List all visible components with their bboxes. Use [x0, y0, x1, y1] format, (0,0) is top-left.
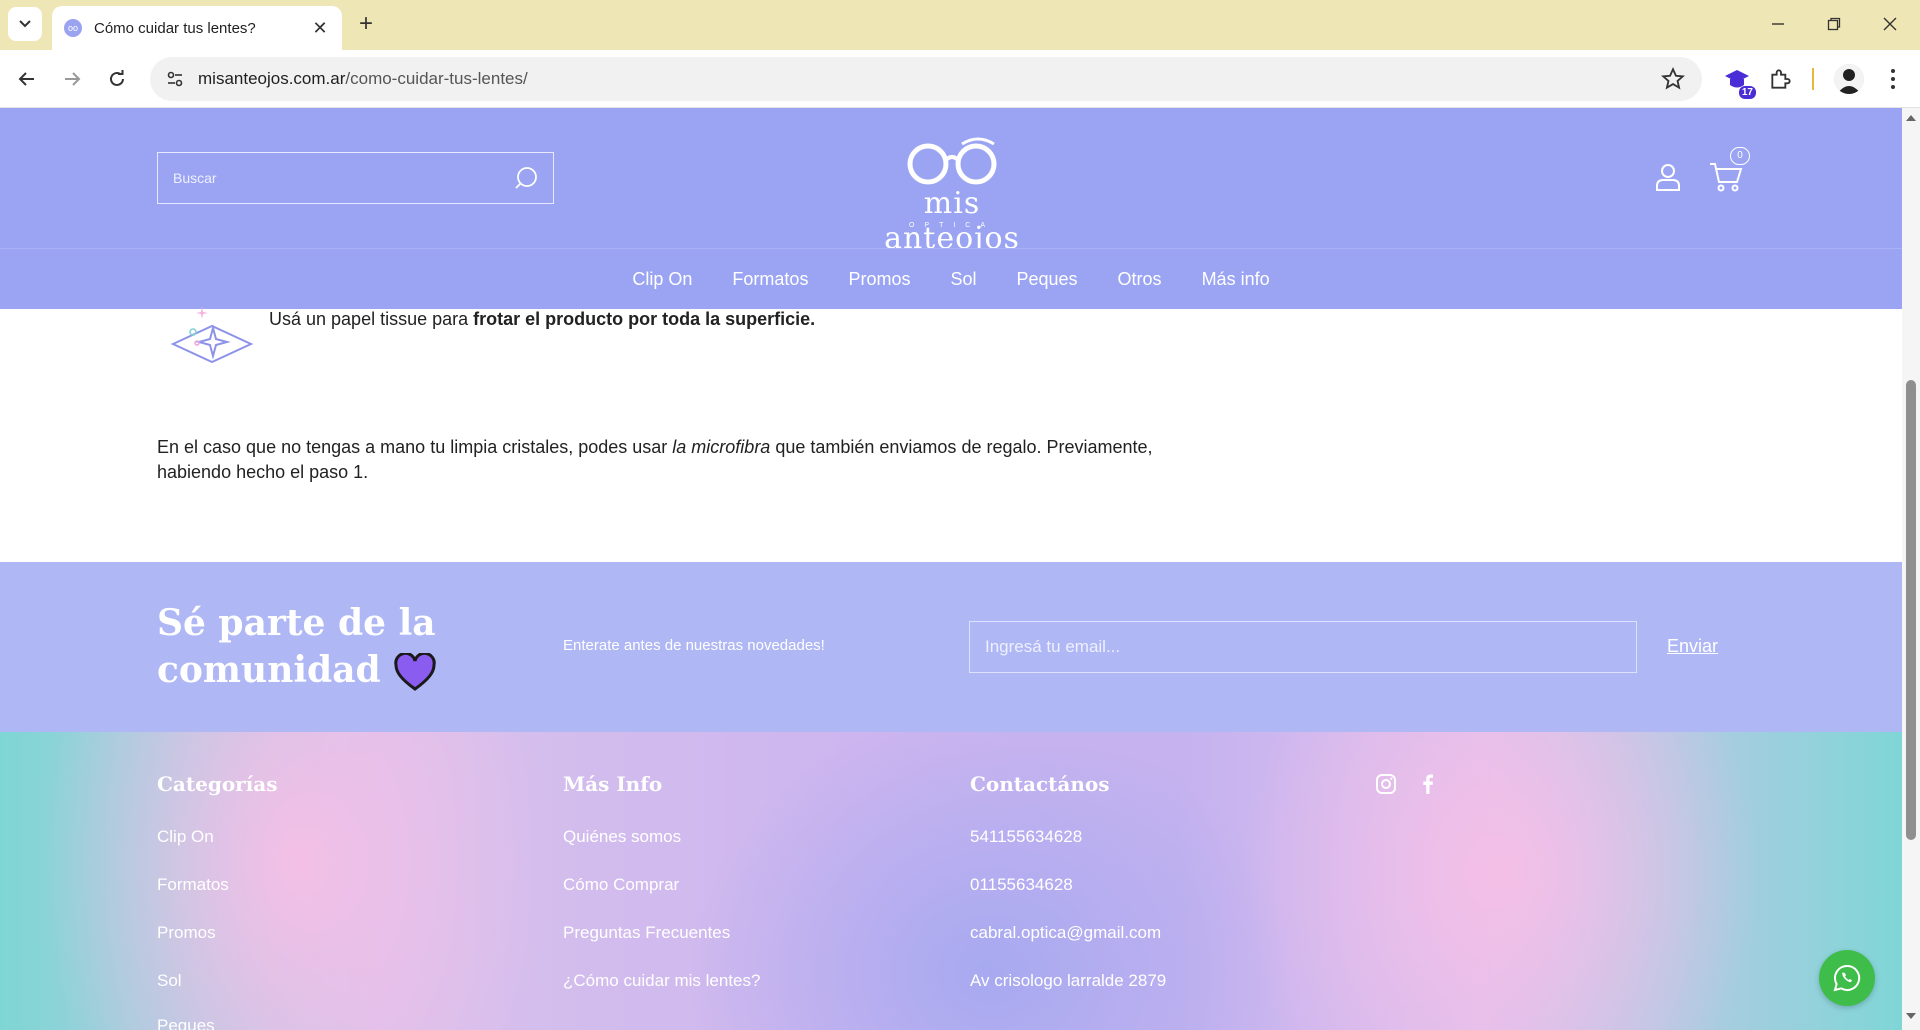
footer-link-clip-on[interactable]: Clip On — [157, 827, 214, 847]
whatsapp-icon — [1833, 964, 1861, 992]
footer-link-promos[interactable]: Promos — [157, 923, 216, 943]
shopping-cart-icon — [1710, 163, 1743, 192]
kebab-menu-icon — [1891, 69, 1895, 89]
whatsapp-button[interactable] — [1819, 950, 1875, 1006]
microfiber-paragraph: En el caso que no tengas a mano tu limpi… — [157, 437, 1153, 482]
scroll-up-arrow-icon[interactable] — [1904, 112, 1918, 124]
profile-avatar[interactable] — [1834, 64, 1864, 94]
footer-phone-2[interactable]: 01155634628 — [970, 875, 1073, 895]
tab-search-button[interactable] — [8, 7, 42, 41]
nav-sol[interactable]: Sol — [930, 269, 996, 290]
footer-email[interactable]: cabral.optica@gmail.com — [970, 923, 1161, 943]
arrow-right-icon — [65, 72, 81, 86]
footer-categories-title: Categorías — [157, 772, 278, 796]
toolbar-separator — [1812, 68, 1814, 90]
back-button[interactable] — [11, 63, 43, 95]
scrollbar-thumb[interactable] — [1906, 380, 1916, 840]
scroll-down-arrow-icon[interactable] — [1904, 1010, 1918, 1022]
star-icon — [1661, 67, 1685, 90]
extension-button[interactable]: 17 — [1722, 65, 1756, 99]
search-box[interactable] — [157, 152, 554, 204]
restore-button[interactable] — [1814, 10, 1854, 38]
heart-icon — [394, 653, 436, 691]
footer-info-title: Más Info — [563, 772, 663, 796]
cart-count-badge: 0 — [1730, 147, 1750, 165]
nav-mas-info[interactable]: Más info — [1182, 269, 1290, 290]
footer-contact-title: Contactános — [970, 772, 1110, 796]
newsletter-send-button[interactable]: Enviar — [1667, 636, 1718, 657]
close-window-button[interactable] — [1870, 10, 1910, 38]
url-text: misanteojos.com.ar/como-cuidar-tus-lente… — [198, 69, 528, 88]
browser-tab[interactable]: oo Cómo cuidar tus lentes? ✕ — [52, 6, 342, 50]
site-settings-icon[interactable] — [166, 70, 184, 88]
footer-link-peques[interactable]: Peques — [157, 1016, 215, 1030]
extensions-button[interactable] — [1768, 66, 1794, 92]
user-icon — [1656, 164, 1680, 191]
puzzle-icon — [1771, 69, 1791, 89]
tab-title: Cómo cuidar tus lentes? — [94, 19, 256, 37]
address-bar[interactable]: misanteojos.com.ar/como-cuidar-tus-lente… — [150, 57, 1702, 101]
step-instruction: Usá un papel tissue para frotar el produ… — [269, 309, 816, 329]
restore-icon — [1827, 17, 1841, 31]
footer-link-preguntas-frecuentes[interactable]: Preguntas Frecuentes — [563, 923, 730, 943]
instagram-icon[interactable] — [1375, 773, 1397, 795]
extension-badge-count: 17 — [1738, 86, 1756, 99]
footer-link-cuidar-lentes[interactable]: ¿Cómo cuidar mis lentes? — [563, 971, 760, 991]
nav-promos[interactable]: Promos — [828, 269, 930, 290]
newsletter-title: Sé parte de la comunidad — [157, 602, 436, 691]
search-input[interactable] — [173, 170, 513, 186]
footer-address: Av crisologo larralde 2879 — [970, 971, 1167, 990]
close-icon — [1883, 17, 1897, 31]
browser-menu-button[interactable] — [1880, 64, 1906, 94]
newsletter-subtitle: Enterate antes de nuestras novedades! — [563, 637, 825, 654]
search-icon[interactable] — [513, 165, 539, 191]
minimize-icon — [1772, 23, 1784, 25]
arrow-left-icon — [18, 72, 34, 86]
close-tab-icon[interactable]: ✕ — [310, 18, 330, 39]
sparkle-cleaning-icon — [170, 306, 254, 364]
forward-button[interactable] — [56, 63, 88, 95]
footer-link-formatos[interactable]: Formatos — [157, 875, 229, 895]
main-navigation: Clip On Formatos Promos Sol Peques Otros… — [0, 248, 1902, 309]
reload-button[interactable] — [101, 63, 133, 95]
nav-formatos[interactable]: Formatos — [712, 269, 828, 290]
nav-peques[interactable]: Peques — [996, 269, 1097, 290]
footer-link-quienes-somos[interactable]: Quiénes somos — [563, 827, 681, 847]
glasses-logo-icon — [907, 137, 997, 185]
nav-otros[interactable]: Otros — [1098, 269, 1182, 290]
favicon-icon: oo — [64, 19, 82, 37]
bookmark-star-button[interactable] — [1660, 66, 1686, 92]
footer-link-sol[interactable]: Sol — [157, 971, 182, 991]
footer-link-como-comprar[interactable]: Cómo Comprar — [563, 875, 679, 895]
minimize-button[interactable] — [1758, 10, 1798, 38]
footer-phone-1[interactable]: 541155634628 — [970, 827, 1082, 847]
cart-button[interactable] — [1708, 160, 1744, 194]
account-button[interactable] — [1653, 162, 1683, 192]
chevron-down-icon — [19, 20, 31, 28]
nav-clip-on[interactable]: Clip On — [612, 269, 712, 290]
site-logo[interactable]: mis anteojos OPTICA — [852, 130, 1052, 256]
new-tab-button[interactable]: + — [352, 10, 380, 38]
logo-text: mis anteojos — [884, 186, 1020, 256]
facebook-icon[interactable] — [1417, 773, 1439, 795]
avatar-icon — [1834, 64, 1864, 94]
logo-subtext: OPTICA — [908, 222, 996, 229]
reload-icon — [110, 70, 124, 86]
newsletter-email-input[interactable] — [969, 621, 1637, 673]
site-footer — [0, 732, 1902, 1030]
